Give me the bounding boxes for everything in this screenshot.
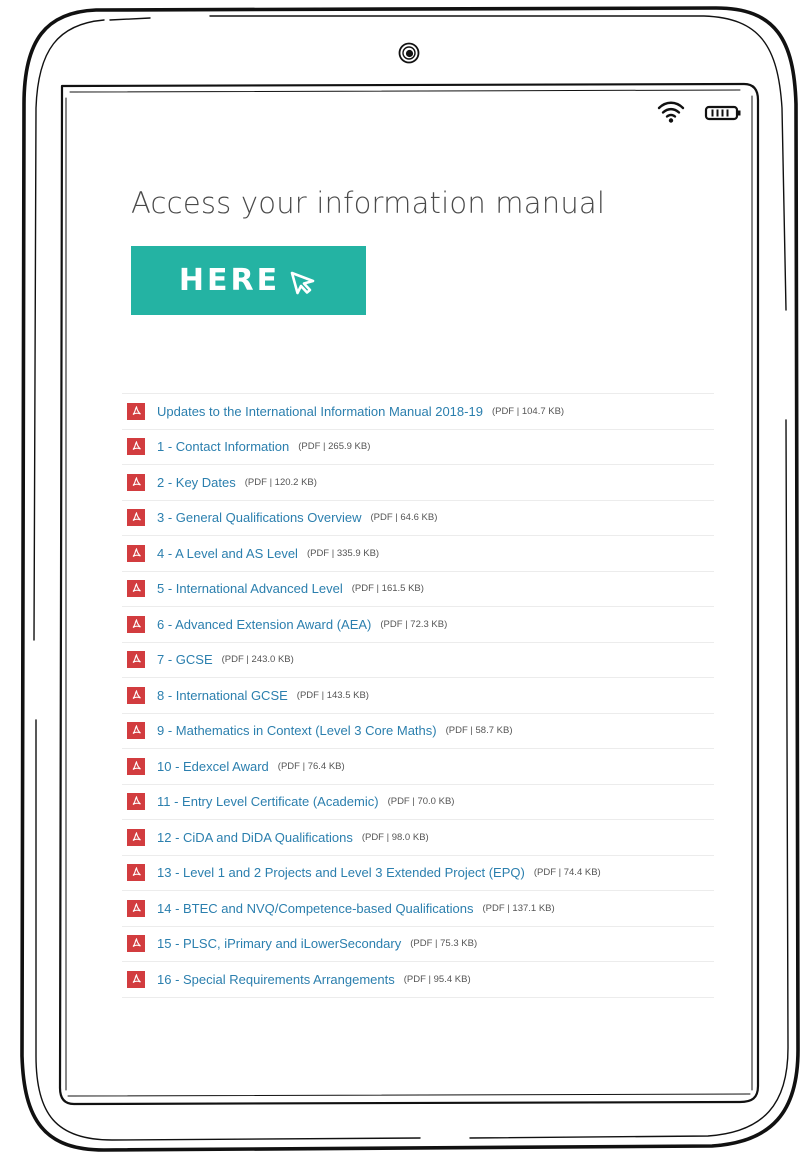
pdf-file-icon	[127, 509, 145, 527]
list-item: 4 - A Level and AS Level (PDF | 335.9 KB)	[122, 536, 714, 572]
list-item: 10 - Edexcel Award (PDF | 76.4 KB)	[122, 749, 714, 785]
pdf-file-icon	[127, 615, 145, 633]
manual-link[interactable]: 11 - Entry Level Certificate (Academic)	[157, 794, 379, 809]
list-item: 5 - International Advanced Level (PDF | 1…	[122, 572, 714, 607]
manual-link[interactable]: 14 - BTEC and NVQ/Competence-based Quali…	[157, 901, 474, 916]
pdf-file-icon	[127, 438, 145, 456]
list-item: Updates to the International Information…	[122, 394, 714, 430]
here-button[interactable]: HERE	[131, 246, 366, 315]
manual-link[interactable]: 8 - International GCSE	[157, 688, 288, 703]
file-meta: (PDF | 74.4 KB)	[533, 867, 601, 879]
list-item: 1 - Contact Information (PDF | 265.9 KB)	[122, 430, 714, 465]
list-item: 8 - International GCSE (PDF | 143.5 KB)	[122, 678, 714, 714]
file-meta: (PDF | 161.5 KB)	[351, 583, 424, 595]
pdf-file-icon	[127, 722, 145, 740]
file-meta: (PDF | 75.3 KB)	[410, 938, 478, 950]
manual-link[interactable]: 12 - CiDA and DiDA Qualifications	[157, 830, 353, 845]
file-meta: (PDF | 243.0 KB)	[221, 654, 294, 666]
pdf-file-icon	[127, 899, 145, 917]
list-item: 2 - Key Dates (PDF | 120.2 KB)	[122, 465, 714, 501]
cursor-arrow-icon	[290, 271, 315, 294]
page-heading: Access your information manual	[131, 186, 606, 220]
manual-list: Updates to the International Information…	[122, 393, 714, 998]
status-bar	[654, 98, 746, 128]
manual-link[interactable]: 13 - Level 1 and 2 Projects and Level 3 …	[157, 865, 525, 880]
list-item: 7 - GCSE (PDF | 243.0 KB)	[122, 643, 714, 678]
pdf-file-icon	[127, 544, 145, 562]
file-meta: (PDF | 76.4 KB)	[277, 760, 345, 772]
pdf-file-icon	[127, 935, 145, 953]
manual-link[interactable]: 6 - Advanced Extension Award (AEA)	[157, 617, 371, 632]
camera-icon	[398, 42, 420, 64]
file-meta: (PDF | 58.7 KB)	[445, 725, 513, 737]
list-item: 14 - BTEC and NVQ/Competence-based Quali…	[122, 891, 714, 927]
pdf-file-icon	[127, 651, 145, 669]
pdf-file-icon	[127, 473, 145, 491]
file-meta: (PDF | 70.0 KB)	[387, 796, 455, 808]
pdf-file-icon	[127, 757, 145, 775]
list-item: 16 - Special Requirements Arrangements (P…	[122, 962, 714, 998]
list-item: 3 - General Qualifications Overview (PDF …	[122, 501, 714, 536]
manual-link[interactable]: 3 - General Qualifications Overview	[157, 510, 361, 525]
pdf-file-icon	[127, 828, 145, 846]
manual-link[interactable]: 5 - International Advanced Level	[157, 581, 343, 596]
pdf-file-icon	[127, 580, 145, 598]
file-meta: (PDF | 143.5 KB)	[296, 689, 369, 701]
list-item: 13 - Level 1 and 2 Projects and Level 3 …	[122, 856, 714, 891]
pdf-file-icon	[127, 402, 145, 420]
list-item: 15 - PLSC, iPrimary and iLowerSecondary (…	[122, 927, 714, 962]
list-item: 12 - CiDA and DiDA Qualifications (PDF | …	[122, 820, 714, 856]
manual-link[interactable]: 16 - Special Requirements Arrangements	[157, 972, 395, 987]
file-meta: (PDF | 98.0 KB)	[361, 831, 429, 843]
file-meta: (PDF | 72.3 KB)	[380, 618, 448, 630]
file-meta: (PDF | 265.9 KB)	[298, 441, 371, 453]
pdf-file-icon	[127, 793, 145, 811]
wifi-icon	[657, 101, 685, 123]
list-item: 11 - Entry Level Certificate (Academic) (…	[122, 785, 714, 820]
manual-link[interactable]: Updates to the International Information…	[157, 404, 483, 419]
manual-link[interactable]: 10 - Edexcel Award	[157, 759, 269, 774]
file-meta: (PDF | 104.7 KB)	[491, 405, 565, 417]
file-meta: (PDF | 95.4 KB)	[403, 973, 471, 985]
pdf-file-icon	[127, 686, 145, 704]
manual-link[interactable]: 9 - Mathematics in Context (Level 3 Core…	[157, 723, 437, 738]
file-meta: (PDF | 120.2 KB)	[244, 476, 317, 488]
battery-icon	[704, 105, 741, 121]
manual-link[interactable]: 2 - Key Dates	[157, 475, 236, 490]
manual-link[interactable]: 1 - Contact Information	[157, 439, 289, 454]
manual-link[interactable]: 4 - A Level and AS Level	[157, 546, 298, 561]
file-meta: (PDF | 335.9 KB)	[306, 547, 380, 559]
manual-link[interactable]: 15 - PLSC, iPrimary and iLowerSecondary	[157, 936, 401, 951]
file-meta: (PDF | 64.6 KB)	[370, 512, 438, 524]
here-button-label: HERE	[178, 263, 281, 298]
file-meta: (PDF | 137.1 KB)	[482, 902, 555, 914]
manual-link[interactable]: 7 - GCSE	[157, 652, 213, 667]
pdf-file-icon	[127, 970, 145, 988]
list-item: 6 - Advanced Extension Award (AEA) (PDF |…	[122, 607, 714, 643]
pdf-file-icon	[127, 864, 145, 882]
list-item: 9 - Mathematics in Context (Level 3 Core…	[122, 714, 714, 749]
